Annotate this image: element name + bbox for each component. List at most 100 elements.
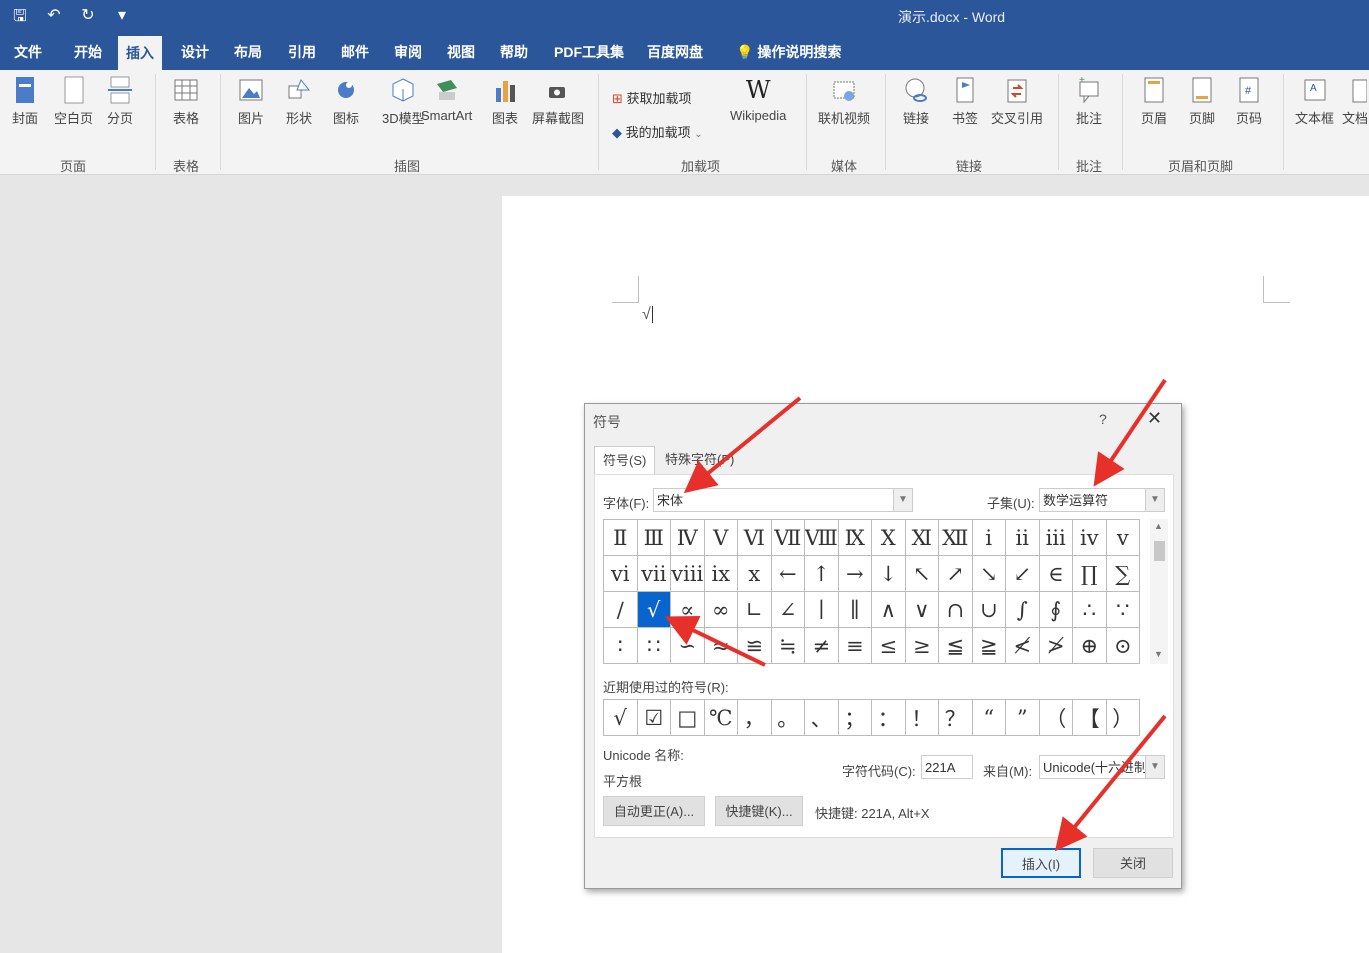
symbol-cell[interactable]: ≮ bbox=[1006, 628, 1040, 664]
tab-layout[interactable]: 布局 bbox=[226, 34, 270, 70]
blank-page-button[interactable]: 空白页 bbox=[54, 76, 93, 127]
recent-symbol-cell[interactable]: ， bbox=[738, 700, 772, 736]
link-button[interactable]: 链接 bbox=[903, 76, 929, 127]
cross-reference-button[interactable]: 交叉引用 bbox=[991, 76, 1043, 127]
recent-symbol-cell[interactable]: ℃ bbox=[704, 700, 738, 736]
tab-design[interactable]: 设计 bbox=[173, 34, 217, 70]
symbol-cell[interactable]: Ⅵ bbox=[738, 520, 772, 556]
recent-symbol-cell[interactable]: ； bbox=[838, 700, 872, 736]
insert-button[interactable]: 插入(I) bbox=[1001, 848, 1081, 878]
symbol-cell[interactable]: Ⅺ bbox=[905, 520, 939, 556]
symbol-cell[interactable]: ∨ bbox=[905, 592, 939, 628]
symbol-cell[interactable]: ∏ bbox=[1073, 556, 1107, 592]
char-code-input[interactable]: 221A bbox=[921, 755, 973, 779]
close-button[interactable]: 关闭 bbox=[1093, 848, 1173, 878]
symbol-cell-selected[interactable]: √ bbox=[637, 592, 671, 628]
symbol-cell[interactable]: ∞ bbox=[704, 592, 738, 628]
symbol-cell[interactable]: ∝ bbox=[671, 592, 705, 628]
symbol-cell[interactable]: ↑ bbox=[805, 556, 839, 592]
page-break-button[interactable]: 分页 bbox=[107, 76, 133, 127]
tab-view[interactable]: 视图 bbox=[439, 34, 483, 70]
cover-page-button[interactable]: 封面 bbox=[12, 76, 38, 127]
symbol-cell[interactable]: ≡ bbox=[838, 628, 872, 664]
screenshot-button[interactable]: 屏幕截图 bbox=[532, 76, 584, 127]
tab-pdf-tools[interactable]: PDF工具集 bbox=[546, 34, 632, 70]
table-button[interactable]: 表格 bbox=[173, 76, 199, 127]
recent-symbol-cell[interactable]: □ bbox=[671, 700, 705, 736]
symbol-cell[interactable]: ∽ bbox=[671, 628, 705, 664]
symbol-cell[interactable]: ⊙ bbox=[1106, 628, 1140, 664]
symbol-cell[interactable]: ≯ bbox=[1039, 628, 1073, 664]
symbol-cell[interactable]: Ⅲ bbox=[637, 520, 671, 556]
symbol-cell[interactable]: ⅶ bbox=[637, 556, 671, 592]
symbol-cell[interactable]: ⅵ bbox=[604, 556, 638, 592]
symbol-cell[interactable]: ⊕ bbox=[1073, 628, 1107, 664]
symbol-cell[interactable]: ∑ bbox=[1106, 556, 1140, 592]
symbol-cell[interactable]: ⅴ bbox=[1106, 520, 1140, 556]
header-button[interactable]: 页眉 bbox=[1141, 76, 1167, 127]
symbol-cell[interactable]: Ⅱ bbox=[604, 520, 638, 556]
symbol-cell[interactable]: ⅰ bbox=[972, 520, 1006, 556]
symbol-cell[interactable]: ∵ bbox=[1106, 592, 1140, 628]
symbol-cell[interactable]: ↗ bbox=[939, 556, 973, 592]
from-select[interactable]: Unicode(十六进制) ▼ bbox=[1039, 755, 1165, 779]
symbol-cell[interactable]: ∠ bbox=[771, 592, 805, 628]
online-video-button[interactable]: 联机视频 bbox=[818, 76, 870, 127]
tab-home[interactable]: 开始 bbox=[66, 34, 110, 70]
page-number-button[interactable]: # 页码 bbox=[1236, 76, 1262, 127]
recent-symbol-cell[interactable]: 、 bbox=[805, 700, 839, 736]
recent-symbol-cell[interactable]: ！ bbox=[905, 700, 939, 736]
symbol-cell[interactable]: ↖ bbox=[905, 556, 939, 592]
recent-symbol-cell[interactable]: ： bbox=[872, 700, 906, 736]
my-addins-button[interactable]: ◆ 我的加载项 ⌄ bbox=[612, 122, 703, 141]
footer-button[interactable]: 页脚 bbox=[1189, 76, 1215, 127]
symbol-cell[interactable]: ∶ bbox=[604, 628, 638, 664]
recent-symbol-cell[interactable]: ） bbox=[1106, 700, 1140, 736]
document-parts-button[interactable]: 文档 bbox=[1342, 76, 1368, 127]
tab-file[interactable]: 文件 bbox=[6, 34, 50, 70]
pictures-button[interactable]: 图片 bbox=[238, 76, 264, 127]
document-text[interactable]: √ bbox=[642, 306, 653, 324]
autocorrect-button[interactable]: 自动更正(A)... bbox=[603, 796, 705, 826]
symbol-cell[interactable]: ∣ bbox=[805, 592, 839, 628]
tell-me-search[interactable]: 💡 操作说明搜索 bbox=[728, 34, 849, 70]
shortcut-key-button[interactable]: 快捷键(K)... bbox=[715, 796, 803, 826]
symbol-cell[interactable]: Ⅸ bbox=[838, 520, 872, 556]
recent-symbol-cell[interactable]: 。 bbox=[771, 700, 805, 736]
symbol-cell[interactable]: ≧ bbox=[972, 628, 1006, 664]
symbol-grid-scrollbar[interactable]: ▲ ▼ bbox=[1150, 519, 1168, 664]
symbol-cell[interactable]: ≦ bbox=[939, 628, 973, 664]
chevron-down-icon[interactable]: ▼ bbox=[1154, 649, 1163, 659]
symbol-cell[interactable]: ∕ bbox=[604, 592, 638, 628]
smartart-button[interactable]: SmartArt bbox=[421, 76, 472, 123]
symbol-cell[interactable]: ≠ bbox=[805, 628, 839, 664]
symbol-cell[interactable]: ↙ bbox=[1006, 556, 1040, 592]
save-icon[interactable]: 🖫 bbox=[10, 5, 30, 32]
tab-symbols[interactable]: 符号(S) bbox=[594, 446, 656, 475]
wikipedia-button[interactable]: W Wikipedia bbox=[730, 76, 786, 123]
symbol-cell[interactable]: ↓ bbox=[872, 556, 906, 592]
chart-button[interactable]: 图表 bbox=[492, 76, 518, 127]
symbol-cell[interactable]: Ⅷ bbox=[805, 520, 839, 556]
tab-references[interactable]: 引用 bbox=[280, 34, 324, 70]
symbol-cell[interactable]: ↘ bbox=[972, 556, 1006, 592]
symbol-cell[interactable]: Ⅹ bbox=[872, 520, 906, 556]
help-button[interactable]: ? bbox=[1099, 411, 1107, 427]
symbol-cell[interactable]: ≤ bbox=[872, 628, 906, 664]
3d-models-button[interactable]: 3D模型 bbox=[382, 76, 425, 127]
tab-mailings[interactable]: 邮件 bbox=[333, 34, 377, 70]
symbol-cell[interactable]: ⅲ bbox=[1039, 520, 1073, 556]
undo-icon[interactable]: ↶ bbox=[44, 5, 64, 32]
symbol-cell[interactable]: → bbox=[838, 556, 872, 592]
symbol-cell[interactable]: ∮ bbox=[1039, 592, 1073, 628]
symbol-cell[interactable]: ⅸ bbox=[704, 556, 738, 592]
comment-button[interactable]: + 批注 bbox=[1076, 76, 1102, 127]
close-icon[interactable]: ✕ bbox=[1147, 408, 1162, 429]
symbol-cell[interactable]: ≈ bbox=[704, 628, 738, 664]
symbol-cell[interactable]: ∴ bbox=[1073, 592, 1107, 628]
icons-button[interactable]: 图标 bbox=[333, 76, 359, 127]
symbol-cell[interactable]: ≥ bbox=[905, 628, 939, 664]
symbol-cell[interactable]: ← bbox=[771, 556, 805, 592]
get-addins-button[interactable]: ⊞ 获取加载项 bbox=[612, 88, 692, 107]
symbol-cell[interactable]: Ⅻ bbox=[939, 520, 973, 556]
